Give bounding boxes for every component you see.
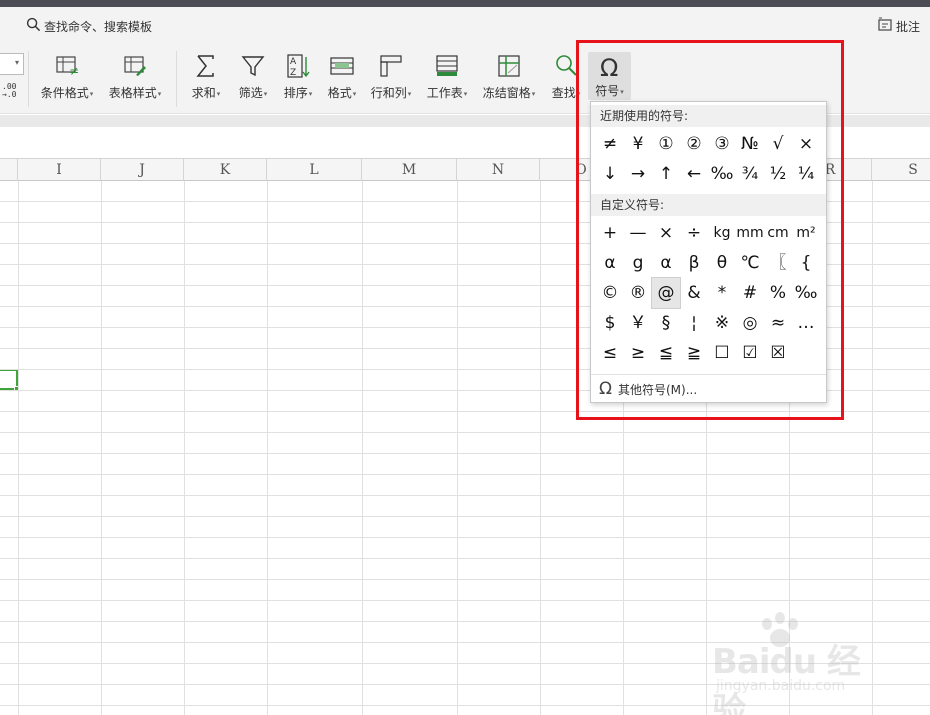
tool-label: 条件格式 <box>40 86 89 100</box>
command-search[interactable]: 查找命令、搜索模板 <box>26 17 152 35</box>
column-gridline <box>457 181 458 715</box>
row-gridline <box>0 579 930 580</box>
column-gridline <box>540 181 541 715</box>
selected-cell[interactable] <box>0 369 19 391</box>
column-header[interactable]: I <box>18 159 101 181</box>
svg-text:Z: Z <box>290 68 296 78</box>
tool-label: 求和 <box>191 86 216 100</box>
sort-button[interactable]: AZ 排序▾ <box>278 51 318 101</box>
column-gridline <box>184 181 185 715</box>
format-button[interactable]: 格式▾ <box>322 51 362 101</box>
column-header[interactable]: L <box>267 159 362 181</box>
comment-label: 批注 <box>895 20 920 34</box>
format-icon <box>329 51 355 81</box>
column-header[interactable]: S <box>872 159 930 181</box>
tool-label: 查找 <box>551 86 576 100</box>
column-header[interactable]: N <box>457 159 540 181</box>
tool-label: 格式 <box>327 86 352 100</box>
watermark-logo-text: Baidu 经验 <box>712 642 861 715</box>
column-gridline <box>267 181 268 715</box>
row-gridline <box>0 474 930 475</box>
column-header[interactable] <box>0 159 18 181</box>
tool-label: 工作表 <box>426 86 463 100</box>
worksheet-button[interactable]: 工作表▾ <box>422 51 472 101</box>
row-gridline <box>0 537 930 538</box>
ribbon-separator <box>176 51 177 107</box>
svg-text:≠: ≠ <box>69 64 79 78</box>
column-gridline <box>101 181 102 715</box>
freeze-panes-button[interactable]: 冻结窗格▾ <box>478 51 540 101</box>
row-gridline <box>0 495 930 496</box>
command-search-label: 查找命令、搜索模板 <box>44 19 153 34</box>
tool-label: 行和列 <box>370 86 407 100</box>
ribbon-separator <box>28 51 29 107</box>
sum-button[interactable]: 求和▾ <box>186 51 226 101</box>
row-gridline <box>0 558 930 559</box>
baidu-watermark: Baidu 经验 jingyan.baidu.com <box>712 612 892 715</box>
worksheet-icon <box>434 51 460 81</box>
comment-icon <box>877 17 893 36</box>
column-header[interactable]: M <box>362 159 457 181</box>
tool-label: 冻结窗格 <box>482 86 531 100</box>
chevron-down-icon: ▾ <box>14 58 19 67</box>
search-icon <box>26 17 41 35</box>
decrease-decimal-icon[interactable]: .00 →.0 <box>2 83 16 99</box>
table-style-icon <box>122 51 148 81</box>
column-header[interactable]: J <box>101 159 184 181</box>
row-gridline <box>0 600 930 601</box>
column-gridline <box>18 181 19 715</box>
freeze-panes-icon <box>496 51 522 81</box>
title-strip <box>0 0 930 7</box>
annotation-highlight-box <box>576 40 844 420</box>
column-gridline <box>362 181 363 715</box>
row-gridline <box>0 516 930 517</box>
filter-button[interactable]: 筛选▾ <box>233 51 273 101</box>
tool-label: 筛选 <box>238 86 263 100</box>
tool-label: 表格样式 <box>108 86 157 100</box>
svg-text:A: A <box>290 57 297 67</box>
conditional-format-icon: ≠ <box>54 51 80 81</box>
rows-columns-icon <box>378 51 404 81</box>
sort-icon: AZ <box>285 51 311 81</box>
comment-button[interactable]: 批注 <box>877 17 920 36</box>
tool-label: 排序 <box>283 86 308 100</box>
column-header[interactable]: K <box>184 159 267 181</box>
rows-columns-button[interactable]: 行和列▾ <box>366 51 416 101</box>
filter-icon <box>240 51 266 81</box>
row-gridline <box>0 432 930 433</box>
row-gridline <box>0 453 930 454</box>
spreadsheet-app: 查找命令、搜索模板 批注 ▾ .00 →.0 ≠ 条件格式▾ 表格样式▾ 求和▾… <box>0 0 930 715</box>
conditional-format-button[interactable]: ≠ 条件格式▾ <box>38 51 96 101</box>
watermark-url: jingyan.baidu.com <box>716 678 846 694</box>
sum-icon <box>193 51 219 81</box>
number-format-dropdown[interactable]: ▾ <box>0 53 24 75</box>
table-style-button[interactable]: 表格样式▾ <box>106 51 164 101</box>
